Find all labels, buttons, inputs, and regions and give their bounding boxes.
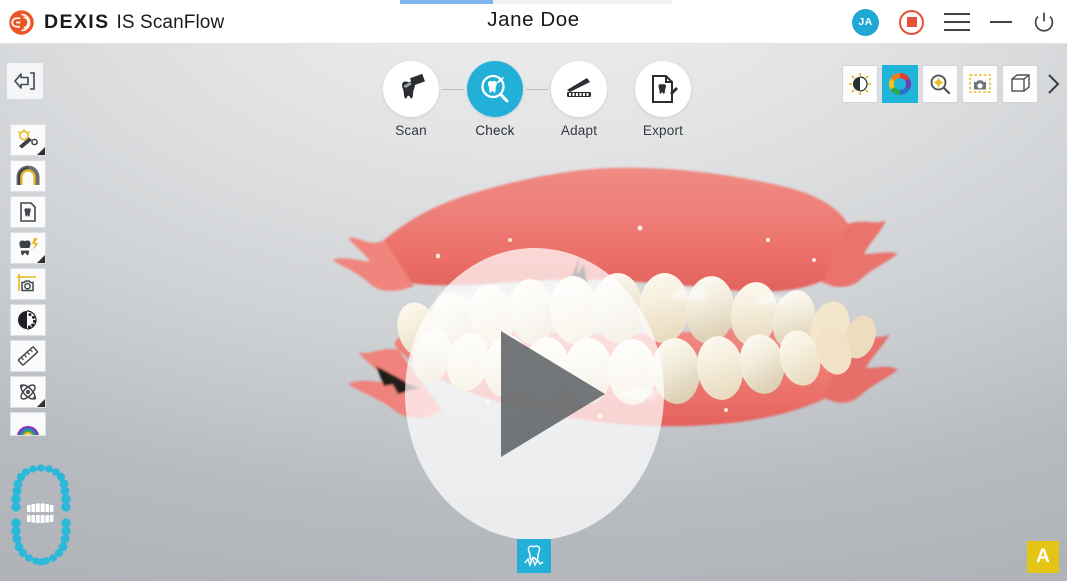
step-circle [635, 61, 691, 117]
submenu-corner-indicator [37, 147, 45, 155]
zoom-button[interactable] [922, 65, 958, 103]
color-wheel-icon [889, 73, 911, 95]
check-magnifier-icon [481, 74, 509, 103]
contrast-icon [18, 310, 37, 330]
dexis-logo-icon [9, 9, 34, 35]
brightness-icon [849, 73, 871, 95]
top-progress-fill [400, 0, 493, 4]
dental-arch-diagram [11, 464, 71, 566]
brightness-button[interactable] [842, 65, 878, 103]
menu-icon[interactable] [944, 13, 970, 31]
record-stop-icon[interactable] [899, 9, 924, 35]
status-badge[interactable]: A [1027, 541, 1059, 573]
ruler-icon [17, 346, 39, 366]
scan-tooth-icon [402, 73, 425, 99]
cube-3d-button[interactable] [1002, 65, 1038, 103]
document-tooth-icon [20, 202, 36, 222]
left-toolbar [10, 124, 46, 436]
color-mode-button[interactable] [882, 65, 918, 103]
tooth-occlusion-icon [524, 545, 544, 568]
screenshot-button[interactable] [962, 65, 998, 103]
tooth-occlusion-button[interactable] [517, 539, 551, 573]
step-connector [526, 89, 548, 90]
brand-name: DEXIS [44, 10, 110, 33]
title-bar: DEXIS IS ScanFlow Jane Doe JA [0, 0, 1067, 44]
minimize-icon[interactable] [990, 21, 1012, 23]
header-controls: JA [852, 0, 1056, 44]
cube-3d-icon [1011, 74, 1030, 92]
view-toolbar [842, 65, 1064, 103]
export-file-icon [652, 75, 678, 103]
step-label: Export [642, 123, 684, 138]
step-label: Scan [395, 123, 427, 138]
light-tool-button[interactable] [10, 124, 46, 156]
arch-tool-icon [16, 165, 40, 185]
workflow-step-scan[interactable]: Scan [380, 61, 442, 138]
workflow-step-check[interactable]: Check [464, 61, 526, 138]
adapt-tray-icon [567, 78, 591, 97]
workflow-steps: Scan Check Adapt Export [380, 61, 694, 138]
screenshot-icon [969, 74, 991, 93]
play-triangle-icon [500, 331, 605, 457]
submenu-corner-indicator [37, 255, 45, 263]
brand-text: DEXIS IS ScanFlow [44, 11, 224, 34]
camera-crop-icon [17, 274, 36, 292]
rainbow-arch-icon [17, 425, 39, 435]
step-connector [442, 89, 464, 90]
scan-viewport[interactable]: Scan Check Adapt Export A [0, 44, 1067, 581]
ruler-button[interactable] [10, 340, 46, 372]
dental-arch-chart[interactable] [8, 461, 74, 571]
step-circle [383, 61, 439, 117]
step-label: Adapt [560, 123, 598, 138]
application-window: DEXIS IS ScanFlow Jane Doe JA Scan Check… [0, 0, 1067, 581]
product-name: IS ScanFlow [116, 11, 225, 33]
camera-crop-button[interactable] [10, 268, 46, 300]
power-icon[interactable] [1032, 10, 1056, 34]
workflow-step-adapt[interactable]: Adapt [548, 61, 610, 138]
avatar[interactable]: JA [852, 8, 879, 36]
arch-tool-button[interactable] [10, 160, 46, 192]
step-circle [467, 61, 523, 117]
chevron-right-icon [1048, 74, 1060, 94]
submenu-corner-indicator [37, 399, 45, 407]
step-label: Check [475, 123, 515, 138]
step-circle [551, 61, 607, 117]
rainbow-arch-button[interactable] [10, 412, 46, 436]
brand-logo-area: DEXIS IS ScanFlow [8, 6, 224, 38]
workflow-step-export[interactable]: Export [632, 61, 694, 138]
zoom-search-icon [930, 74, 951, 95]
back-button[interactable] [6, 62, 44, 100]
back-arrow-icon [14, 72, 35, 90]
orbit-button[interactable] [10, 376, 46, 408]
top-progress-bar [400, 0, 672, 4]
document-tooth-button[interactable] [10, 196, 46, 228]
expand-toolbar-button[interactable] [1042, 65, 1064, 103]
contrast-button[interactable] [10, 304, 46, 336]
tooth-shade-button[interactable] [10, 232, 46, 264]
play-video-button[interactable] [405, 248, 664, 540]
